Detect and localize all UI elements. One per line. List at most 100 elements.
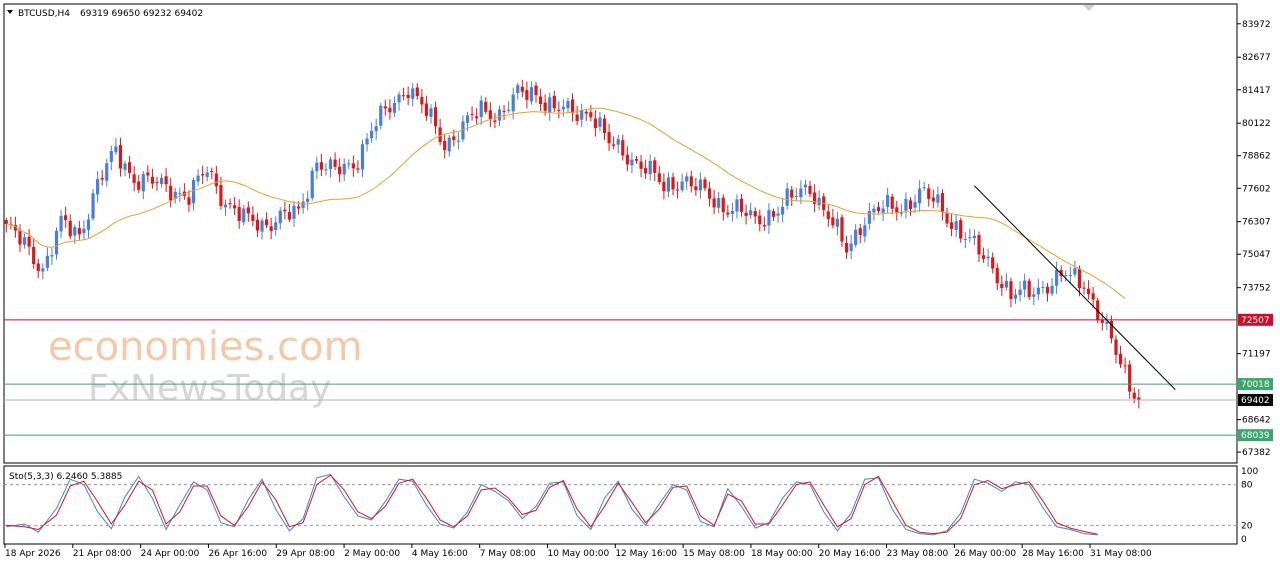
- candle-body: [433, 107, 438, 127]
- candle-body: [86, 219, 91, 230]
- time-axis-label: 29 Apr 08:00: [276, 549, 335, 559]
- candle-body: [278, 210, 282, 224]
- candle-body: [621, 140, 625, 156]
- candle-body: [283, 209, 287, 212]
- candle-body: [945, 213, 949, 224]
- candle-body: [219, 184, 223, 206]
- candle-body: [726, 212, 730, 215]
- candle-body: [694, 186, 698, 191]
- candle-body: [936, 194, 940, 203]
- current-price-tag: 69402: [1241, 396, 1270, 406]
- candle-body: [538, 96, 543, 105]
- candle-body: [612, 144, 616, 146]
- candle-body: [849, 243, 853, 252]
- candle-body: [260, 220, 264, 232]
- candle-body: [781, 206, 785, 215]
- candle-body: [333, 159, 337, 167]
- stochastic-axis-label: 80: [1241, 481, 1253, 491]
- candle-body: [1055, 269, 1059, 286]
- candle-body: [881, 208, 885, 213]
- candle-body: [191, 180, 196, 204]
- candle-body: [319, 162, 323, 170]
- candle-body: [557, 109, 561, 111]
- candle-body: [630, 159, 634, 166]
- candle-body: [100, 177, 104, 180]
- candle-body: [411, 88, 415, 99]
- candle-body: [1077, 268, 1082, 289]
- candle-body: [415, 87, 419, 97]
- candle-body: [598, 117, 602, 127]
- candle-body: [876, 207, 881, 212]
- candle-body: [776, 213, 780, 216]
- candle-body: [644, 168, 648, 174]
- candle-body: [429, 108, 433, 117]
- support-2-price-tag: 68039: [1241, 431, 1270, 441]
- candle-body: [146, 172, 150, 176]
- candle-body: [790, 189, 794, 198]
- watermark-fxnewstoday: FxNewsToday: [88, 368, 331, 409]
- price-axis-label: 77602: [1242, 184, 1271, 194]
- time-axis-label: 20 May 16:00: [819, 549, 881, 559]
- candle-body: [1036, 287, 1040, 295]
- ohlc-label: 69319 69650 69232 69402: [80, 9, 203, 19]
- candle-body: [178, 193, 182, 195]
- candle-body: [383, 106, 387, 109]
- candle-body: [105, 163, 109, 181]
- time-axis-label: 26 May 00:00: [954, 549, 1016, 559]
- symbol-label: BTCUSD,H4: [18, 9, 70, 19]
- candle-body: [854, 229, 858, 246]
- price-axis-label: 78862: [1242, 152, 1271, 162]
- candle-body: [497, 109, 502, 121]
- candle-body: [703, 179, 707, 189]
- candle-body: [913, 201, 917, 208]
- candle-body: [150, 177, 155, 184]
- price-axis-label: 73752: [1242, 284, 1271, 294]
- candle-body: [721, 197, 725, 213]
- candle-body: [831, 217, 835, 226]
- price-axis-label: 76307: [1242, 218, 1271, 228]
- candle-body: [580, 110, 584, 120]
- candle-body: [1023, 280, 1027, 290]
- candle-body: [520, 86, 524, 92]
- candle-body: [109, 151, 113, 162]
- candle-body: [959, 220, 963, 239]
- candle-body: [96, 179, 100, 195]
- candle-body: [552, 95, 556, 109]
- candle-body: [607, 131, 611, 144]
- candle-body: [379, 105, 383, 126]
- candle-body: [529, 87, 534, 102]
- candle-body: [1064, 275, 1068, 277]
- candle-body: [374, 126, 378, 132]
- candle-body: [484, 101, 488, 112]
- candle-body: [525, 90, 529, 100]
- candle-body: [1091, 293, 1095, 300]
- time-axis-label: 4 May 16:00: [412, 549, 468, 559]
- candle-body: [292, 205, 296, 219]
- candle-body: [653, 160, 657, 173]
- candle-body: [739, 198, 744, 212]
- candle-body: [479, 100, 483, 117]
- candle-body: [895, 207, 899, 213]
- candle-body: [328, 159, 333, 170]
- candle-body: [205, 172, 209, 177]
- candle-body: [968, 237, 972, 239]
- candle-body: [872, 208, 876, 213]
- candle-body: [808, 185, 812, 194]
- candle-body: [228, 203, 232, 205]
- candle-body: [1027, 280, 1031, 297]
- candle-body: [237, 206, 241, 221]
- candle-body: [904, 198, 908, 211]
- candle-body: [470, 113, 474, 115]
- candle-body: [132, 174, 136, 183]
- time-axis-label: 18 May 00:00: [751, 549, 813, 559]
- candle-body: [507, 109, 511, 111]
- candle-body: [301, 201, 305, 208]
- candle-body: [488, 110, 492, 120]
- candle-body: [64, 215, 68, 221]
- candle-body: [214, 173, 218, 187]
- candle-body: [675, 189, 680, 191]
- candle-body: [452, 136, 456, 141]
- candle-body: [918, 188, 922, 204]
- candle-body: [22, 237, 27, 245]
- time-axis-label: 24 Apr 00:00: [141, 549, 200, 559]
